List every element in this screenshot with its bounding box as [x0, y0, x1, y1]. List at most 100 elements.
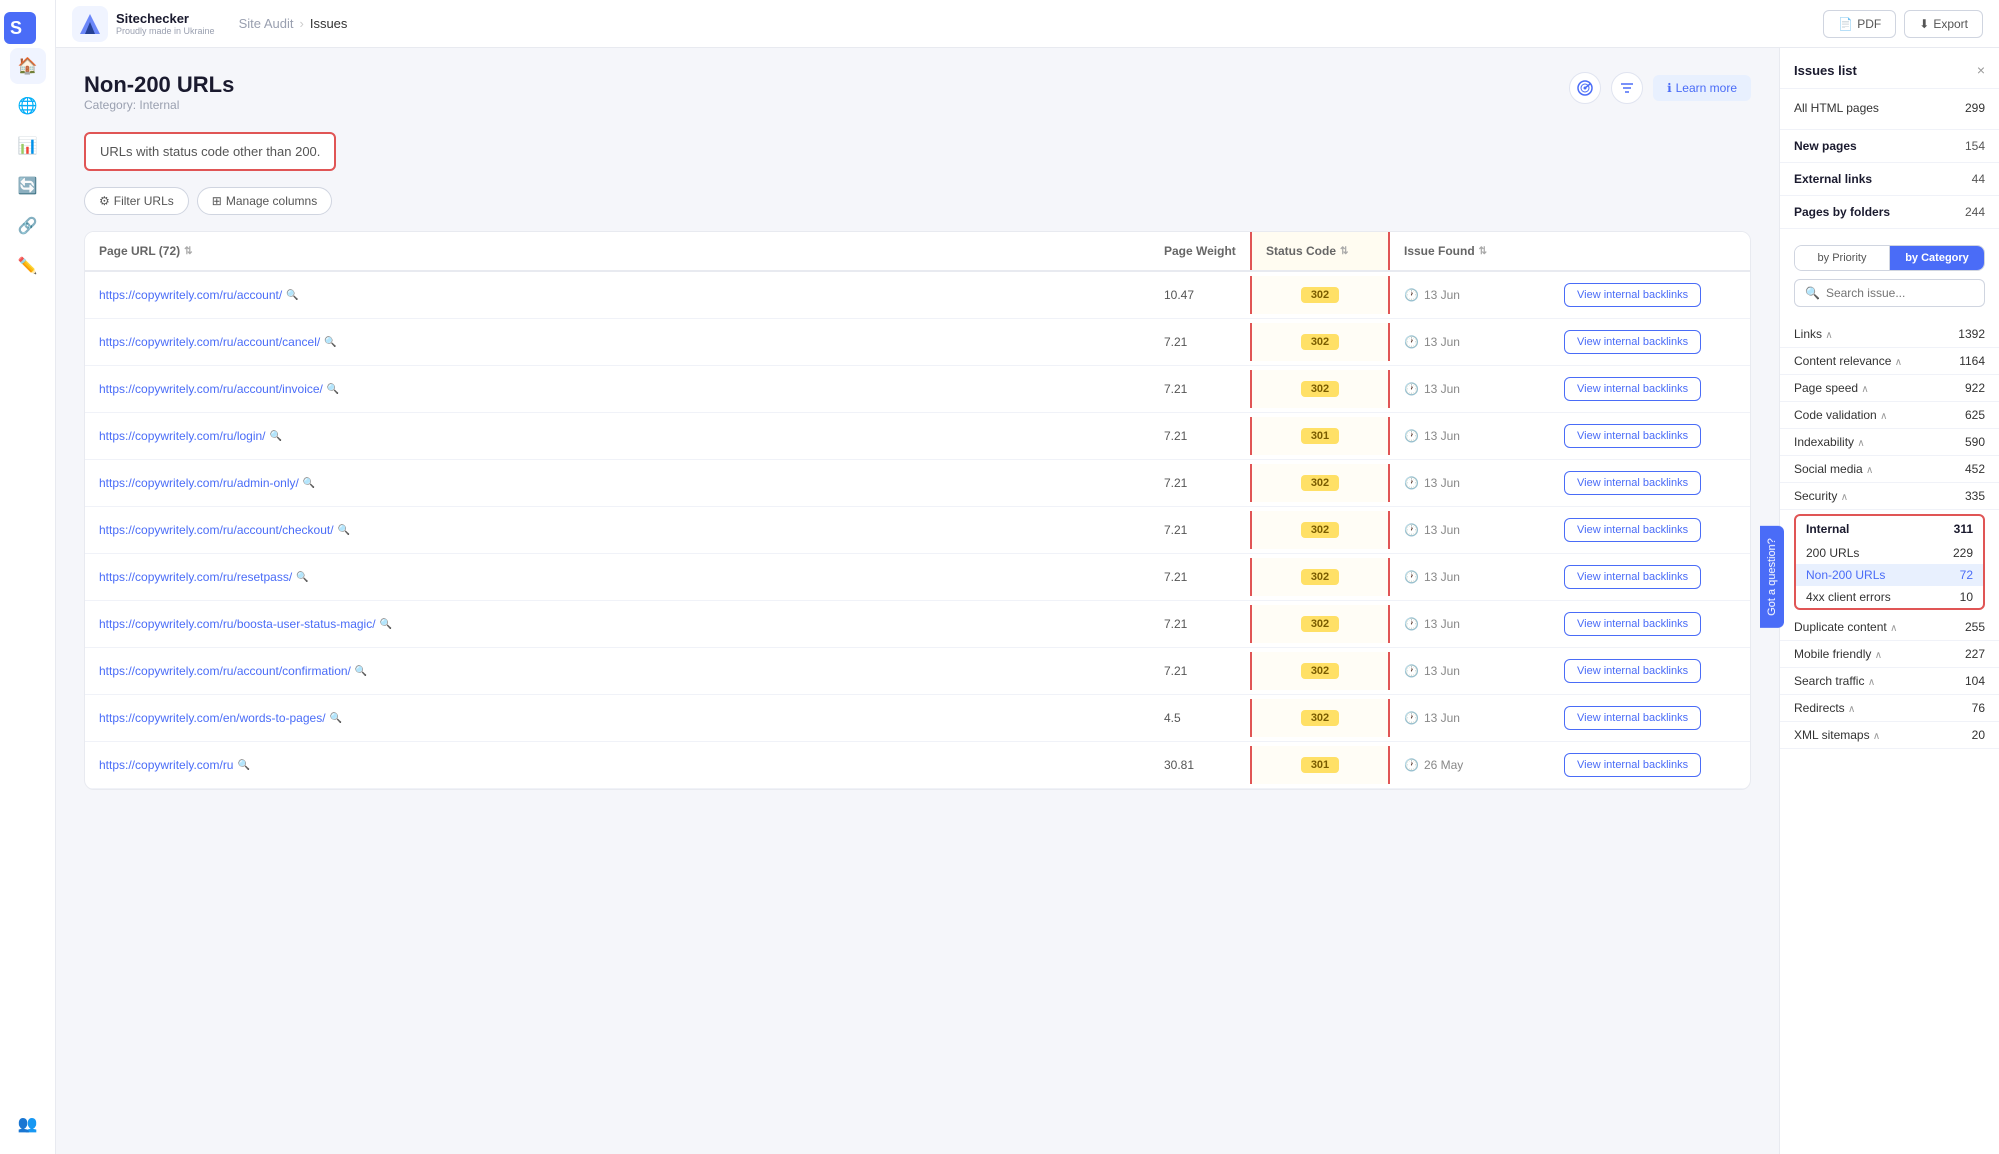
- url-link[interactable]: https://copywritely.com/ru/admin-only/: [99, 476, 299, 490]
- td-date: 🕐 13 Jun: [1390, 606, 1550, 642]
- search-icon-small[interactable]: 🔍: [303, 478, 315, 489]
- view-backlinks-button[interactable]: View internal backlinks: [1564, 565, 1701, 589]
- category-item[interactable]: Links ∧1392: [1780, 321, 1999, 347]
- bottom-category-item[interactable]: Search traffic ∧104: [1780, 668, 1999, 694]
- radar-icon-btn[interactable]: [1569, 72, 1601, 104]
- td-url: https://copywritely.com/ru/account/invoi…: [85, 371, 1150, 407]
- view-backlinks-button[interactable]: View internal backlinks: [1564, 518, 1701, 542]
- nav-link[interactable]: 🔗: [10, 208, 46, 244]
- sidebar-close-button[interactable]: ×: [1977, 62, 1985, 78]
- date-clock-icon: 🕐: [1404, 758, 1419, 772]
- table-row: https://copywritely.com/ru/account/check…: [85, 507, 1750, 554]
- manage-columns-button[interactable]: ⊞ Manage columns: [197, 187, 332, 215]
- nav-users[interactable]: 👥: [10, 1106, 46, 1142]
- search-icon-small[interactable]: 🔍: [338, 525, 350, 536]
- url-sort-icon[interactable]: ⇅: [184, 246, 192, 257]
- td-url: https://copywritely.com/ru/login/ 🔍: [85, 418, 1150, 454]
- search-icon-small[interactable]: 🔍: [296, 572, 308, 583]
- url-link[interactable]: https://copywritely.com/en/words-to-page…: [99, 711, 326, 725]
- brand-logo: Sitechecker Proudly made in Ukraine: [72, 6, 215, 42]
- view-backlinks-button[interactable]: View internal backlinks: [1564, 753, 1701, 777]
- by-priority-tab[interactable]: by Priority: [1795, 246, 1890, 270]
- pdf-button[interactable]: 📄 PDF: [1823, 10, 1896, 38]
- bottom-category-item[interactable]: Mobile friendly ∧227: [1780, 641, 1999, 667]
- new-pages-header[interactable]: New pages 154: [1780, 132, 1999, 160]
- view-backlinks-button[interactable]: View internal backlinks: [1564, 377, 1701, 401]
- view-backlinks-button[interactable]: View internal backlinks: [1564, 706, 1701, 730]
- view-backlinks-button[interactable]: View internal backlinks: [1564, 283, 1701, 307]
- view-backlinks-button[interactable]: View internal backlinks: [1564, 330, 1701, 354]
- view-backlinks-button[interactable]: View internal backlinks: [1564, 471, 1701, 495]
- status-badge: 302: [1301, 287, 1339, 303]
- category-item[interactable]: Content relevance ∧1164: [1780, 348, 1999, 374]
- category-item[interactable]: Security ∧335: [1780, 483, 1999, 509]
- url-link[interactable]: https://copywritely.com/ru/account/cance…: [99, 335, 320, 349]
- category-item[interactable]: Indexability ∧590: [1780, 429, 1999, 455]
- search-icon-small[interactable]: 🔍: [355, 666, 367, 677]
- status-badge: 301: [1301, 428, 1339, 444]
- search-icon-small[interactable]: 🔍: [270, 431, 282, 442]
- search-input[interactable]: [1826, 286, 1974, 300]
- breadcrumb-parent[interactable]: Site Audit: [239, 16, 294, 31]
- search-icon-small[interactable]: 🔍: [327, 384, 339, 395]
- search-icon-small[interactable]: 🔍: [237, 760, 249, 771]
- table-row: https://copywritely.com/ru/login/ 🔍 7.21…: [85, 413, 1750, 460]
- col-issue-found: Issue Found ⇅: [1390, 232, 1550, 270]
- search-icon-small[interactable]: 🔍: [324, 337, 336, 348]
- url-link[interactable]: https://copywritely.com/ru/boosta-user-s…: [99, 617, 376, 631]
- td-action: View internal backlinks: [1550, 319, 1750, 365]
- category-item[interactable]: Code validation ∧625: [1780, 402, 1999, 428]
- url-link[interactable]: https://copywritely.com/ru/login/: [99, 429, 266, 443]
- filter-icon-btn[interactable]: [1611, 72, 1643, 104]
- td-url: https://copywritely.com/ru 🔍: [85, 747, 1150, 783]
- table-row: https://copywritely.com/en/words-to-page…: [85, 695, 1750, 742]
- bottom-category-item[interactable]: Duplicate content ∧255: [1780, 614, 1999, 640]
- nav-globe[interactable]: 🌐: [10, 88, 46, 124]
- filter-urls-button[interactable]: ⚙ Filter URLs: [84, 187, 189, 215]
- nav-chart[interactable]: 📊: [10, 128, 46, 164]
- learn-more-button[interactable]: ℹ Learn more: [1653, 75, 1751, 101]
- internal-sub-item[interactable]: 200 URLs229: [1796, 542, 1983, 564]
- nav-edit[interactable]: ✏️: [10, 248, 46, 284]
- url-link[interactable]: https://copywritely.com/ru: [99, 758, 233, 772]
- view-backlinks-button[interactable]: View internal backlinks: [1564, 424, 1701, 448]
- date-value: 13 Jun: [1424, 476, 1460, 490]
- view-backlinks-button[interactable]: View internal backlinks: [1564, 659, 1701, 683]
- search-icon-small[interactable]: 🔍: [330, 713, 342, 724]
- got-question-button[interactable]: Got a question?: [1760, 526, 1784, 628]
- internal-header[interactable]: Internal 311: [1796, 516, 1983, 542]
- all-html-label: All HTML pages: [1794, 101, 1879, 115]
- left-nav: S 🏠 🌐 📊 🔄 🔗 ✏️ 👥: [0, 0, 56, 1154]
- col-url: Page URL (72) ⇅: [85, 232, 1150, 270]
- bottom-category-item[interactable]: XML sitemaps ∧20: [1780, 722, 1999, 748]
- external-links-header[interactable]: External links 44: [1780, 165, 1999, 193]
- internal-sub-item[interactable]: 4xx client errors10: [1796, 586, 1983, 608]
- view-backlinks-button[interactable]: View internal backlinks: [1564, 612, 1701, 636]
- url-link[interactable]: https://copywritely.com/ru/account/check…: [99, 523, 334, 537]
- all-html-pages-item[interactable]: All HTML pages 299: [1794, 95, 1985, 121]
- internal-item-label: 4xx client errors: [1806, 590, 1891, 604]
- nav-home[interactable]: 🏠: [10, 48, 46, 84]
- search-icon-small[interactable]: 🔍: [380, 619, 392, 630]
- pdf-icon: 📄: [1838, 17, 1853, 31]
- url-link[interactable]: https://copywritely.com/ru/account/: [99, 288, 282, 302]
- internal-sub-item[interactable]: Non-200 URLs72: [1796, 564, 1983, 586]
- by-category-tab[interactable]: by Category: [1890, 246, 1984, 270]
- issue-sort-icon[interactable]: ⇅: [1479, 246, 1487, 257]
- date-value: 13 Jun: [1424, 664, 1460, 678]
- td-weight: 7.21: [1150, 559, 1250, 595]
- pages-by-folders-header[interactable]: Pages by folders 244: [1780, 198, 1999, 226]
- url-link[interactable]: https://copywritely.com/ru/account/confi…: [99, 664, 351, 678]
- url-link[interactable]: https://copywritely.com/ru/account/invoi…: [99, 382, 323, 396]
- category-item[interactable]: Page speed ∧922: [1780, 375, 1999, 401]
- bottom-cat-label: XML sitemaps ∧: [1794, 728, 1880, 742]
- bottom-category-item[interactable]: Redirects ∧76: [1780, 695, 1999, 721]
- export-button[interactable]: ⬇ Export: [1904, 10, 1983, 38]
- search-icon-small[interactable]: 🔍: [286, 290, 298, 301]
- status-badge: 301: [1301, 757, 1339, 773]
- td-action: View internal backlinks: [1550, 413, 1750, 459]
- category-item[interactable]: Social media ∧452: [1780, 456, 1999, 482]
- status-sort-icon[interactable]: ⇅: [1340, 246, 1348, 257]
- nav-refresh[interactable]: 🔄: [10, 168, 46, 204]
- url-link[interactable]: https://copywritely.com/ru/resetpass/: [99, 570, 292, 584]
